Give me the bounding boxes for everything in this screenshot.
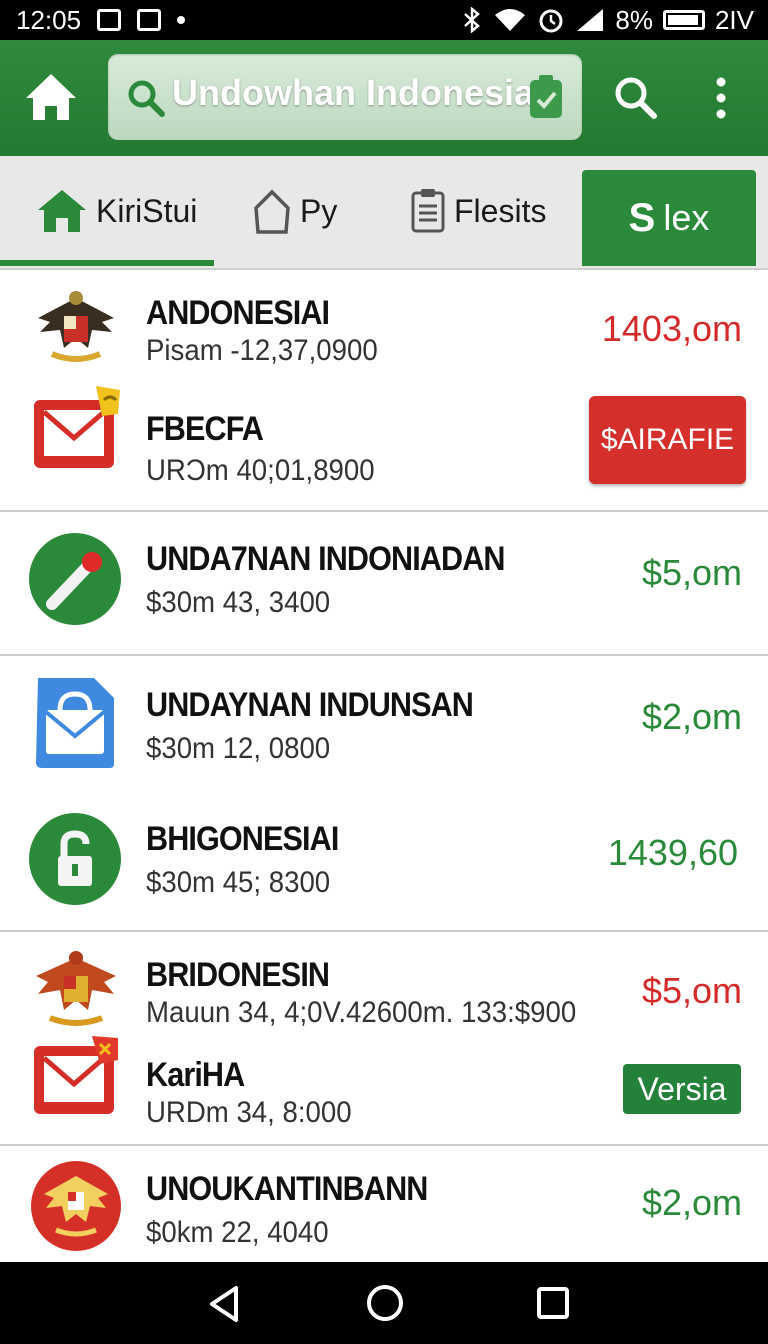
item-title: UNDA7NAN INDONIADAN (146, 540, 506, 578)
item-subtitle: $30m 12, 0800 (146, 732, 331, 765)
garuda-emblem-icon (38, 291, 114, 362)
search-input[interactable]: Undowhan Indonesia (108, 54, 582, 140)
item-amount: $2,om (641, 1182, 742, 1223)
item-title: UNDAYNAN INDUNSAN (146, 686, 474, 724)
battery-percent: 8% (615, 4, 653, 35)
search-button[interactable] (612, 74, 658, 120)
search-icon (128, 80, 165, 117)
status-bar: 12:05 8% 2IV (0, 0, 768, 40)
item-subtitle: $30m 43, 3400 (146, 586, 331, 619)
list-item[interactable]: UNDA7NAN INDONIADAN $30m 43, 3400 $5,om (0, 512, 768, 654)
search-query: Undowhan Indonesia (172, 72, 535, 113)
garuda-emblem-icon (31, 1161, 121, 1251)
list-item[interactable]: FBECFA URϽm 40;01,8900 $AIRAFIE (0, 380, 768, 510)
list-item[interactable]: BHIGONESIAI $30m 45; 8300 1439,60 (0, 790, 768, 930)
tab-lex[interactable]: S lex (582, 170, 756, 266)
action-button[interactable]: $AIRAFIE (589, 396, 746, 484)
tab-bar: KiriStui Py Flesits S lex (0, 156, 768, 270)
tab-label: Py (300, 192, 338, 229)
list-item[interactable]: BRIDONESIN Mauun 34, 4;0V.42600m. 133:$9… (0, 932, 768, 1034)
lock-icon (29, 813, 121, 905)
item-subtitle: URϽm 40;01,8900 (146, 454, 375, 487)
tab-py[interactable]: Py (252, 156, 337, 266)
battery-icon (662, 10, 705, 30)
clipboard-icon (411, 189, 445, 233)
list-item[interactable]: ANDONESIAI Pisam -12,37,0900 1403,om (0, 270, 768, 380)
item-subtitle: $0km 22, 4040 (146, 1216, 329, 1249)
item-subtitle: Pisam -12,37,0900 (146, 334, 378, 367)
status-time: 12:05 (16, 4, 82, 35)
tab-kiristui[interactable]: KiriStui (36, 156, 197, 266)
item-amount: 1439,60 (607, 832, 738, 873)
garuda-emblem-icon (36, 951, 116, 1026)
system-nav-bar (0, 1262, 768, 1344)
tab-label: Flesits (454, 192, 547, 229)
recent-apps-icon[interactable] (536, 1286, 570, 1320)
item-subtitle: Mauun 34, 4;0V.42600m. 133:$900 (146, 996, 577, 1029)
pin-tool-icon (29, 533, 121, 625)
tab-label: KiriStui (96, 192, 198, 229)
item-amount: $5,om (641, 970, 742, 1011)
photo-icon (137, 9, 162, 31)
clipboard-check-icon[interactable] (528, 74, 564, 120)
item-title: UNOUKANTINBANN (146, 1170, 428, 1208)
item-title: FBECFA (146, 410, 264, 448)
signal-icon (577, 9, 604, 31)
list-item[interactable]: UNOUKANTINBANN $0km 22, 4040 $2,om (0, 1146, 768, 1262)
list-item[interactable]: KariHA URDm 34, 8:000 Versia (0, 1034, 768, 1144)
back-icon[interactable] (204, 1284, 244, 1324)
item-subtitle: $30m 45; 8300 (146, 866, 331, 899)
item-title: KariHA (146, 1056, 245, 1094)
notification-dot-icon (177, 16, 186, 24)
item-amount: 1403,om (601, 308, 742, 349)
tab-flesits[interactable]: Flesits (410, 156, 546, 266)
app-bar: Undowhan Indonesia (0, 40, 768, 156)
mail-icon (34, 386, 120, 468)
item-amount: $5,om (641, 552, 742, 593)
list-item[interactable]: UNDAYNAN INDUNSAN $30m 12, 0800 $2,om (0, 656, 768, 790)
bluetooth-icon (464, 7, 481, 33)
home-tab-icon (38, 190, 86, 232)
wifi-icon (495, 9, 526, 31)
item-subtitle: URDm 34, 8:000 (146, 1096, 352, 1129)
screenshot-icon (97, 9, 122, 31)
item-title: ANDONESIAI (146, 294, 330, 332)
mail-icon (34, 1036, 118, 1114)
home-nav-icon[interactable] (366, 1284, 404, 1322)
tab-prefix: S (628, 195, 656, 240)
network-label: 2IV (714, 4, 754, 35)
active-tab-indicator (0, 260, 214, 266)
item-amount: $2,om (641, 696, 742, 737)
house-outline-icon (254, 189, 290, 234)
action-button[interactable]: Versia (623, 1064, 741, 1114)
alarm-icon (539, 9, 563, 33)
home-icon[interactable] (22, 68, 80, 126)
tab-label: lex (663, 197, 710, 238)
overflow-menu-icon[interactable] (704, 76, 738, 120)
mail-bag-icon (36, 678, 114, 768)
item-title: BRIDONESIN (146, 956, 330, 994)
item-title: BHIGONESIAI (146, 820, 339, 858)
